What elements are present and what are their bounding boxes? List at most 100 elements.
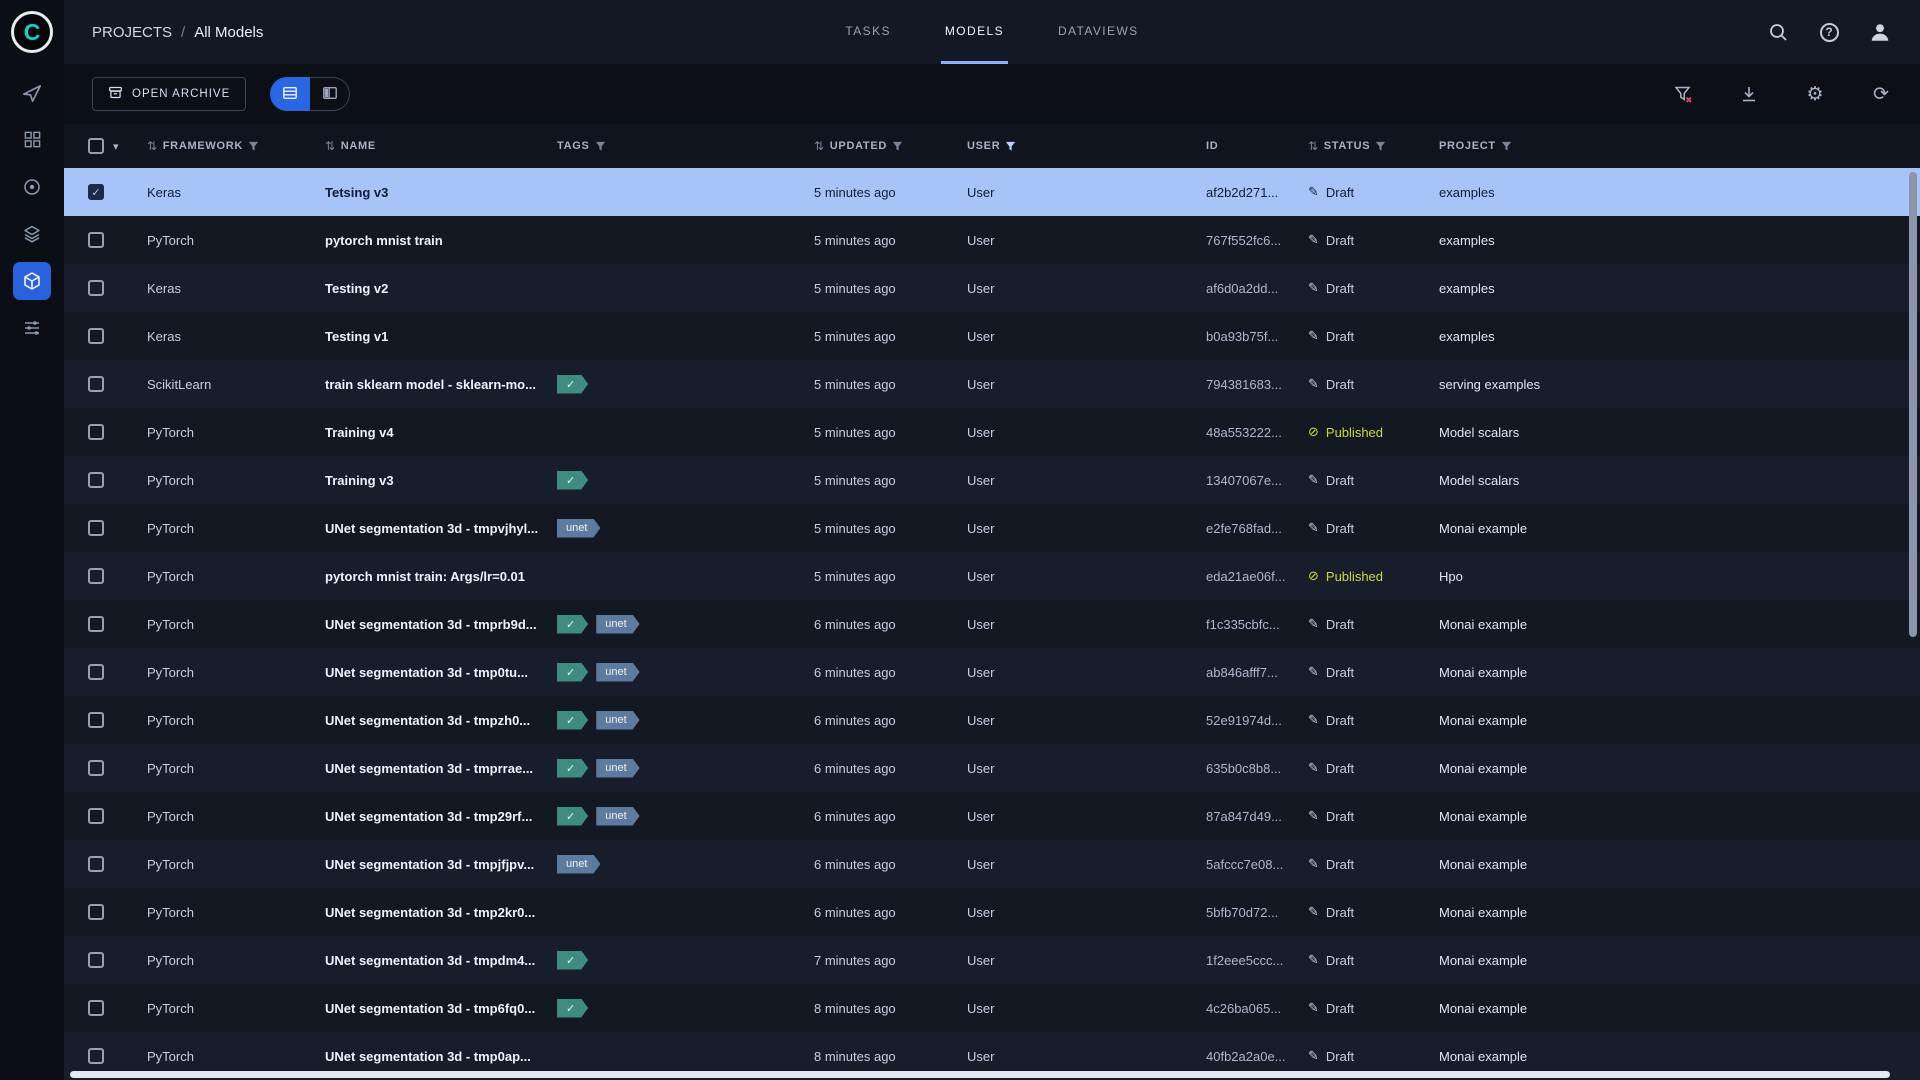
sort-icon[interactable]: ⇅ — [1308, 139, 1319, 153]
id-cell[interactable]: 40fb2a2a0e... — [1206, 1049, 1308, 1064]
table-row[interactable]: PyTorchUNet segmentation 3d - tmpdm4...✓… — [64, 936, 1920, 984]
tag-chip[interactable]: unet — [596, 711, 639, 730]
table-row[interactable]: PyTorchUNet segmentation 3d - tmp0tu...✓… — [64, 648, 1920, 696]
project-cell[interactable]: examples — [1439, 185, 1920, 200]
row-checkbox[interactable] — [88, 1048, 104, 1064]
search-icon[interactable] — [1766, 20, 1790, 44]
model-name-link[interactable]: Training v3 — [325, 473, 557, 488]
filter-icon[interactable] — [892, 141, 903, 152]
user-avatar-icon[interactable] — [1868, 20, 1892, 44]
id-cell[interactable]: 48a553222... — [1206, 425, 1308, 440]
auto-refresh-icon[interactable]: ⟳ — [1870, 83, 1892, 105]
sidebar-item-datasets[interactable] — [0, 163, 64, 210]
table-row[interactable]: PyTorchUNet segmentation 3d - tmp2kr0...… — [64, 888, 1920, 936]
row-checkbox[interactable] — [88, 472, 104, 488]
table-row[interactable]: KerasTesting v15 minutes agoUserb0a93b75… — [64, 312, 1920, 360]
id-cell[interactable]: 1f2eee5ccc... — [1206, 953, 1308, 968]
row-checkbox[interactable] — [88, 520, 104, 536]
id-cell[interactable]: b0a93b75f... — [1206, 329, 1308, 344]
sort-icon[interactable]: ⇅ — [814, 139, 825, 153]
download-icon[interactable] — [1738, 83, 1760, 105]
model-name-link[interactable]: UNet segmentation 3d - tmp0tu... — [325, 665, 557, 680]
model-name-link[interactable]: UNet segmentation 3d - tmp2kr0... — [325, 905, 557, 920]
project-cell[interactable]: Model scalars — [1439, 425, 1920, 440]
id-cell[interactable]: e2fe768fad... — [1206, 521, 1308, 536]
row-checkbox[interactable] — [88, 856, 104, 872]
table-row[interactable]: PyTorchUNet segmentation 3d - tmpvjhyl..… — [64, 504, 1920, 552]
filter-icon[interactable] — [1005, 141, 1016, 152]
model-name-link[interactable]: UNet segmentation 3d - tmprrae... — [325, 761, 557, 776]
tag-check-chip[interactable]: ✓ — [557, 711, 588, 730]
sidebar-item-pipelines[interactable] — [0, 116, 64, 163]
vertical-scrollbar[interactable] — [1909, 172, 1917, 637]
id-cell[interactable]: 794381683... — [1206, 377, 1308, 392]
project-cell[interactable]: examples — [1439, 281, 1920, 296]
sidebar-item-models[interactable] — [0, 257, 64, 304]
tag-check-chip[interactable]: ✓ — [557, 759, 588, 778]
tag-check-chip[interactable]: ✓ — [557, 471, 588, 490]
model-name-link[interactable]: UNet segmentation 3d - tmprb9d... — [325, 617, 557, 632]
open-archive-button[interactable]: OPEN ARCHIVE — [92, 77, 246, 111]
id-cell[interactable]: 767f552fc6... — [1206, 233, 1308, 248]
id-cell[interactable]: 52e91974d... — [1206, 713, 1308, 728]
model-name-link[interactable]: UNet segmentation 3d - tmpvjhyl... — [325, 521, 557, 536]
id-cell[interactable]: ab846afff7... — [1206, 665, 1308, 680]
project-cell[interactable]: serving examples — [1439, 377, 1920, 392]
project-cell[interactable]: Monai example — [1439, 713, 1920, 728]
project-cell[interactable]: examples — [1439, 329, 1920, 344]
project-cell[interactable]: Monai example — [1439, 617, 1920, 632]
table-row[interactable]: PyTorchpytorch mnist train: Args/lr=0.01… — [64, 552, 1920, 600]
selection-dropdown-caret[interactable]: ▾ — [113, 140, 119, 153]
id-cell[interactable]: 13407067e... — [1206, 473, 1308, 488]
row-checkbox[interactable] — [88, 952, 104, 968]
id-cell[interactable]: eda21ae06f... — [1206, 569, 1308, 584]
column-header-tags[interactable]: TAGS — [557, 140, 814, 152]
horizontal-scrollbar[interactable] — [70, 1071, 1890, 1078]
table-row[interactable]: PyTorchUNet segmentation 3d - tmpzh0...✓… — [64, 696, 1920, 744]
project-cell[interactable]: Monai example — [1439, 809, 1920, 824]
filter-icon[interactable] — [595, 141, 606, 152]
project-cell[interactable]: Monai example — [1439, 905, 1920, 920]
model-name-link[interactable]: pytorch mnist train — [325, 233, 557, 248]
id-cell[interactable]: 4c26ba065... — [1206, 1001, 1308, 1016]
model-name-link[interactable]: UNet segmentation 3d - tmp6fq0... — [325, 1001, 557, 1016]
id-cell[interactable]: af2b2d271... — [1206, 185, 1308, 200]
project-cell[interactable]: Hpo — [1439, 569, 1920, 584]
project-cell[interactable]: examples — [1439, 233, 1920, 248]
tag-chip[interactable]: unet — [557, 519, 600, 538]
row-checkbox[interactable] — [88, 232, 104, 248]
table-row[interactable]: ✓KerasTetsing v35 minutes agoUseraf2b2d2… — [64, 168, 1920, 216]
row-checkbox[interactable] — [88, 760, 104, 776]
id-cell[interactable]: f1c335cbfc... — [1206, 617, 1308, 632]
project-cell[interactable]: Monai example — [1439, 521, 1920, 536]
tab-dataviews[interactable]: DATAVIEWS — [1054, 0, 1143, 64]
model-name-link[interactable]: pytorch mnist train: Args/lr=0.01 — [325, 569, 557, 584]
table-row[interactable]: KerasTesting v25 minutes agoUseraf6d0a2d… — [64, 264, 1920, 312]
column-header-status[interactable]: ⇅STATUS — [1308, 139, 1439, 153]
table-row[interactable]: PyTorchUNet segmentation 3d - tmp29rf...… — [64, 792, 1920, 840]
model-name-link[interactable]: UNet segmentation 3d - tmpjfjpv... — [325, 857, 557, 872]
sidebar-item-hyper-datasets[interactable] — [0, 210, 64, 257]
column-header-user[interactable]: USER — [967, 140, 1206, 152]
row-checkbox[interactable] — [88, 808, 104, 824]
tag-check-chip[interactable]: ✓ — [557, 615, 588, 634]
row-checkbox[interactable]: ✓ — [88, 184, 104, 200]
row-checkbox[interactable] — [88, 1000, 104, 1016]
settings-gear-icon[interactable]: ⚙ — [1804, 83, 1826, 105]
project-cell[interactable]: Monai example — [1439, 761, 1920, 776]
tag-chip[interactable]: unet — [596, 615, 639, 634]
model-name-link[interactable]: UNet segmentation 3d - tmp0ap... — [325, 1049, 557, 1064]
project-cell[interactable]: Monai example — [1439, 1049, 1920, 1064]
model-name-link[interactable]: UNet segmentation 3d - tmpzh0... — [325, 713, 557, 728]
id-cell[interactable]: 5bfb70d72... — [1206, 905, 1308, 920]
model-name-link[interactable]: Testing v2 — [325, 281, 557, 296]
table-row[interactable]: PyTorchUNet segmentation 3d - tmpjfjpv..… — [64, 840, 1920, 888]
row-checkbox[interactable] — [88, 424, 104, 440]
sidebar-item-projects[interactable] — [0, 69, 64, 116]
model-name-link[interactable]: Tetsing v3 — [325, 185, 557, 200]
model-name-link[interactable]: Testing v1 — [325, 329, 557, 344]
model-name-link[interactable]: train sklearn model - sklearn-mo... — [325, 377, 557, 392]
sidebar-item-workers-queues[interactable] — [0, 304, 64, 351]
clear-filters-icon[interactable] — [1672, 83, 1694, 105]
project-cell[interactable]: Monai example — [1439, 1001, 1920, 1016]
